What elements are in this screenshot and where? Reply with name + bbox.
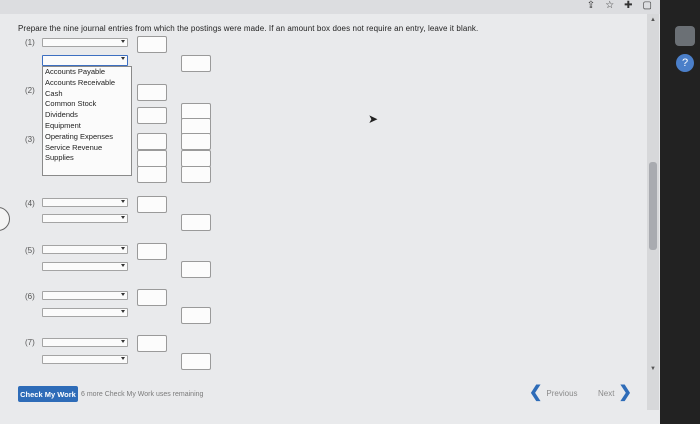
chevron-down-icon <box>121 357 125 360</box>
debit-amount-3b[interactable] <box>137 150 167 167</box>
entry-label-3: (3) <box>25 135 35 144</box>
chevron-down-icon <box>121 216 125 219</box>
entry-label-5: (5) <box>25 246 35 255</box>
chevron-down-icon <box>121 247 125 250</box>
account-select-5a[interactable] <box>42 245 128 254</box>
chevron-down-icon <box>121 293 125 296</box>
dropdown-option[interactable]: Common Stock <box>43 99 131 110</box>
chevron-down-icon <box>121 57 125 60</box>
vertical-scrollbar[interactable]: ▲ ▼ <box>647 14 659 410</box>
address-bar-fragment <box>330 1 332 8</box>
side-panel-tab[interactable] <box>0 207 10 231</box>
next-label: Next <box>598 388 615 398</box>
chevron-down-icon <box>121 40 125 43</box>
debit-amount-7a[interactable] <box>137 335 167 352</box>
assignment-screen: ⇪ ☆ ✚ ▢ Prepare the nine journal entries… <box>0 0 660 424</box>
browser-toolbar-icons: ⇪ ☆ ✚ ▢ <box>587 0 652 11</box>
dropdown-option[interactable]: Cash <box>43 89 131 100</box>
account-select-6b[interactable] <box>42 308 128 317</box>
entry-label-4: (4) <box>25 199 35 208</box>
account-select-6a[interactable] <box>42 291 128 300</box>
chevron-down-icon <box>121 200 125 203</box>
app-icon[interactable] <box>675 26 695 46</box>
debit-amount-1a[interactable] <box>137 36 167 53</box>
account-dropdown-list[interactable]: Accounts Payable Accounts Receivable Cas… <box>42 66 132 176</box>
debit-amount-3a[interactable] <box>137 133 167 150</box>
help-icon[interactable]: ? <box>676 54 694 72</box>
dropdown-option[interactable]: Supplies <box>43 153 131 164</box>
share-icon[interactable]: ⇪ <box>587 0 595 11</box>
dropdown-option[interactable]: Equipment <box>43 121 131 132</box>
credit-amount-3a[interactable] <box>181 133 211 150</box>
chevron-down-icon <box>121 340 125 343</box>
account-select-7b[interactable] <box>42 355 128 364</box>
dropdown-option[interactable]: Service Revenue <box>43 143 131 154</box>
star-icon[interactable]: ☆ <box>605 0 614 11</box>
next-button[interactable]: Next ❯ <box>598 385 632 401</box>
account-select-7a[interactable] <box>42 338 128 347</box>
previous-button[interactable]: ❮ Previous <box>529 385 578 401</box>
instruction-text: Prepare the nine journal entries from wh… <box>18 24 479 33</box>
scrollbar-thumb[interactable] <box>649 162 657 250</box>
credit-amount-6b[interactable] <box>181 307 211 324</box>
account-select-5b[interactable] <box>42 262 128 271</box>
chevron-left-icon: ❮ <box>529 384 543 401</box>
credit-amount-1b[interactable] <box>181 55 211 72</box>
dropdown-option[interactable]: Operating Expenses <box>43 132 131 143</box>
scroll-up-icon[interactable]: ▲ <box>650 17 656 23</box>
debit-amount-3c[interactable] <box>137 166 167 183</box>
account-select-4b[interactable] <box>42 214 128 223</box>
account-select-1a[interactable] <box>42 38 128 47</box>
account-select-4a[interactable] <box>42 198 128 207</box>
debit-amount-4a[interactable] <box>137 196 167 213</box>
debit-amount-2a[interactable] <box>137 84 167 101</box>
credit-amount-7b[interactable] <box>181 353 211 370</box>
credit-amount-5b[interactable] <box>181 261 211 278</box>
credit-amount-4b[interactable] <box>181 214 211 231</box>
debit-amount-5a[interactable] <box>137 243 167 260</box>
extension-icon[interactable]: ✚ <box>624 0 632 11</box>
browser-top-strip: ⇪ ☆ ✚ ▢ <box>0 0 660 14</box>
remaining-uses-text: 6 more Check My Work uses remaining <box>81 391 204 398</box>
mouse-cursor-icon: ➤ <box>368 112 379 126</box>
chevron-down-icon <box>121 310 125 313</box>
account-select-1b[interactable] <box>42 55 128 66</box>
entry-label-1: (1) <box>25 38 35 47</box>
dropdown-option[interactable]: Accounts Receivable <box>43 78 131 89</box>
entry-label-2: (2) <box>25 86 35 95</box>
dropdown-option[interactable]: Dividends <box>43 110 131 121</box>
dropdown-option[interactable]: Accounts Payable <box>43 67 131 78</box>
check-my-work-button[interactable]: Check My Work <box>18 386 78 402</box>
chevron-down-icon <box>121 264 125 267</box>
previous-label: Previous <box>546 388 578 398</box>
scroll-down-icon[interactable]: ▼ <box>650 366 656 372</box>
entry-label-6: (6) <box>25 292 35 301</box>
window-icon[interactable]: ▢ <box>643 0 652 11</box>
debit-amount-6a[interactable] <box>137 289 167 306</box>
credit-amount-3c[interactable] <box>181 166 211 183</box>
entry-label-7: (7) <box>25 338 35 347</box>
credit-amount-3b[interactable] <box>181 150 211 167</box>
chevron-right-icon: ❯ <box>618 384 632 401</box>
debit-amount-2b[interactable] <box>137 107 167 124</box>
